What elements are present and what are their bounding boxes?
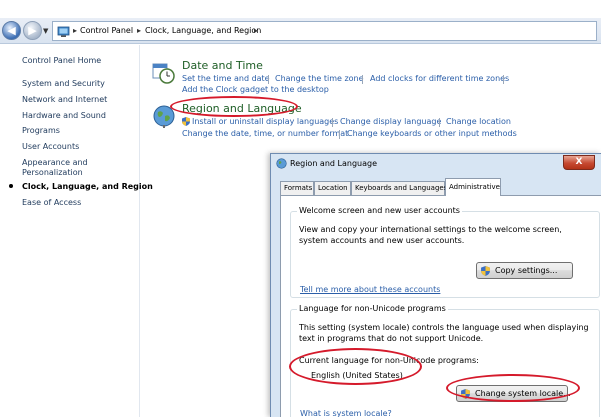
tab-administrative[interactable]: Administrative — [445, 178, 501, 196]
breadcrumb-separator: ▸ — [137, 26, 142, 35]
link-divider — [332, 118, 333, 127]
sidebar-item-hardware-sound[interactable]: Hardware and Sound — [22, 111, 106, 121]
close-button[interactable]: X — [563, 155, 595, 170]
back-button[interactable]: ◀ — [2, 21, 21, 40]
sidebar-item-user-accounts[interactable]: User Accounts — [22, 142, 79, 152]
link-change-date-time-format[interactable]: Change the date, time, or number format — [182, 129, 348, 139]
link-change-location[interactable]: Change location — [446, 117, 511, 127]
annotation-ellipse-region-language — [170, 96, 298, 117]
sidebar-item-personalization[interactable]: Personalization — [22, 168, 83, 178]
control-panel-icon — [57, 26, 70, 37]
link-install-display-languages[interactable]: Install or uninstall display languages — [192, 117, 338, 127]
link-add-clocks[interactable]: Add clocks for different time zones — [370, 74, 509, 84]
annotation-ellipse-current-language — [289, 348, 422, 385]
sidebar-item-ease-of-access[interactable]: Ease of Access — [22, 198, 81, 208]
sidebar-item-clock-language-region: Clock, Language, and Region — [22, 182, 153, 191]
dialog-title: Region and Language — [290, 159, 378, 168]
current-item-bullet — [9, 184, 13, 188]
arrow-left-icon: ◀ — [7, 24, 16, 37]
link-divider — [339, 130, 340, 139]
close-icon: X — [575, 157, 583, 167]
breadcrumb-separator: ▸ — [73, 26, 78, 35]
uac-shield-icon — [182, 117, 190, 126]
breadcrumb-control-panel[interactable]: Control Panel — [80, 26, 133, 35]
link-divider — [268, 75, 269, 84]
copy-settings-button[interactable]: Copy settings... — [476, 262, 573, 279]
tab-location[interactable]: Location — [314, 181, 351, 195]
sidebar-item-system-security[interactable]: System and Security — [22, 79, 105, 89]
arrow-right-icon: ▶ — [28, 24, 37, 37]
uac-shield-icon — [481, 266, 490, 276]
breadcrumb[interactable]: ▸ Control Panel ▸ Clock, Language, and R… — [52, 21, 597, 41]
welcome-group-description: View and copy your international setting… — [299, 225, 562, 245]
breadcrumb-clock-language-region[interactable]: Clock, Language, and Region — [145, 26, 261, 35]
breadcrumb-separator: ▸ — [254, 26, 259, 35]
globe-icon — [276, 158, 287, 169]
welcome-screen-group: Welcome screen and new user accounts Vie… — [290, 206, 600, 298]
address-bar: ◀ ▶ ▼ ▸ Control Panel ▸ Clock, Language,… — [0, 18, 601, 44]
link-change-keyboards[interactable]: Change keyboards or other input methods — [347, 129, 517, 139]
link-divider — [503, 75, 504, 84]
recent-pages-dropdown[interactable]: ▼ — [43, 27, 48, 35]
tab-keyboards-languages[interactable]: Keyboards and Languages — [351, 181, 447, 195]
link-tell-me-more[interactable]: Tell me more about these accounts — [300, 285, 440, 295]
forward-button[interactable]: ▶ — [23, 21, 42, 40]
sidebar: Control Panel Home System and Security N… — [0, 45, 153, 417]
link-divider — [439, 118, 440, 127]
tab-formats[interactable]: Formats — [280, 181, 314, 195]
date-time-title[interactable]: Date and Time — [182, 59, 263, 72]
non-unicode-group-description: This setting (system locale) controls th… — [299, 323, 589, 343]
copy-settings-label: Copy settings... — [495, 266, 558, 275]
link-what-is-system-locale[interactable]: What is system locale? — [300, 409, 392, 417]
link-change-display-language[interactable]: Change display language — [340, 117, 441, 127]
annotation-ellipse-change-locale — [446, 374, 580, 402]
link-set-time-date[interactable]: Set the time and date — [182, 74, 270, 84]
chevron-down-icon: ▼ — [43, 27, 49, 35]
sidebar-item-appearance[interactable]: Appearance and — [22, 158, 88, 168]
sidebar-item-programs[interactable]: Programs — [22, 126, 60, 136]
link-add-clock-gadget[interactable]: Add the Clock gadget to the desktop — [182, 85, 329, 95]
link-divider — [362, 75, 363, 84]
link-change-time-zone[interactable]: Change the time zone — [275, 74, 364, 84]
sidebar-item-network-internet[interactable]: Network and Internet — [22, 95, 107, 105]
welcome-group-label: Welcome screen and new user accounts — [297, 206, 462, 215]
clock-icon — [152, 63, 175, 84]
sidebar-item-control-panel-home[interactable]: Control Panel Home — [22, 56, 101, 66]
non-unicode-group-label: Language for non-Unicode programs — [297, 304, 448, 313]
